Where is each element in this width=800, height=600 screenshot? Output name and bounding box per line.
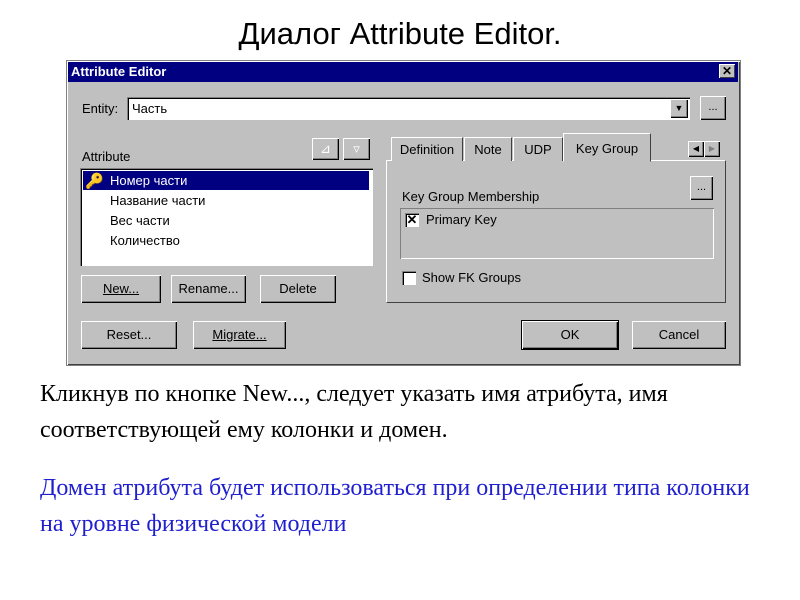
slide-title: Диалог Attribute Editor.: [238, 16, 562, 51]
entity-label: Entity:: [82, 101, 119, 116]
cancel-button[interactable]: Cancel: [632, 321, 726, 349]
list-item[interactable]: Название части: [110, 191, 205, 211]
ok-label: OK: [560, 327, 580, 342]
tab-definition[interactable]: Definition: [391, 137, 463, 161]
domain-note: Домен атрибута будет использоваться при …: [40, 475, 750, 537]
tab-note[interactable]: Note: [464, 137, 512, 161]
new-label: New...: [102, 281, 140, 296]
dialog-title: Attribute Editor: [71, 64, 167, 79]
reset-button[interactable]: Reset...: [81, 321, 177, 349]
tab-scroll-left-icon[interactable]: ◀: [688, 141, 704, 157]
attribute-list[interactable]: 🔑 Номер части Название части Вес части К…: [80, 168, 373, 266]
reset-label: Reset...: [106, 327, 152, 342]
new-button[interactable]: New...: [81, 275, 161, 303]
ok-button[interactable]: OK: [521, 320, 619, 350]
entity-browse-button[interactable]: ...: [700, 96, 726, 120]
key-group-browse-button[interactable]: ...: [690, 176, 713, 200]
delete-label: Delete: [279, 281, 317, 296]
rename-label: Rename...: [178, 281, 239, 296]
arrow-up-icon: ⊿: [320, 141, 331, 156]
title-bar: Attribute Editor ✕: [68, 62, 738, 82]
key-icon: 🔑: [85, 173, 104, 190]
tab-scroll-right-icon[interactable]: ▶: [704, 141, 720, 157]
entity-combobox[interactable]: Часть ▼: [127, 97, 690, 120]
tab-key-group[interactable]: Key Group: [563, 133, 651, 162]
list-item[interactable]: Номер части: [110, 171, 187, 191]
migrate-label: Migrate...: [212, 327, 267, 342]
primary-key-label: Primary Key: [426, 212, 497, 227]
move-up-button[interactable]: ⊿: [312, 138, 339, 160]
list-item[interactable]: Количество: [110, 231, 180, 251]
list-item[interactable]: Вес части: [110, 211, 170, 231]
entity-value: Часть: [132, 101, 168, 116]
migrate-button[interactable]: Migrate...: [193, 321, 286, 349]
show-fk-groups-label: Show FK Groups: [422, 270, 521, 285]
chevron-down-icon[interactable]: ▼: [670, 99, 688, 118]
cancel-label: Cancel: [658, 327, 700, 342]
attribute-label: Attribute: [82, 149, 131, 164]
primary-key-checkbox[interactable]: ✕: [405, 213, 419, 227]
show-fk-groups-checkbox[interactable]: [402, 271, 416, 285]
description-paragraph: Кликнув по кнопке New..., следует указат…: [40, 381, 668, 443]
key-group-membership-label: Key Group Membership: [402, 189, 540, 204]
move-down-button[interactable]: ▿: [343, 138, 370, 160]
tab-udp[interactable]: UDP: [513, 137, 563, 161]
key-group-list[interactable]: ✕ Primary Key: [400, 208, 714, 259]
close-button[interactable]: ✕: [719, 64, 735, 78]
arrow-down-icon: ▿: [353, 141, 360, 156]
delete-button[interactable]: Delete: [260, 275, 336, 303]
rename-button[interactable]: Rename...: [171, 275, 246, 303]
